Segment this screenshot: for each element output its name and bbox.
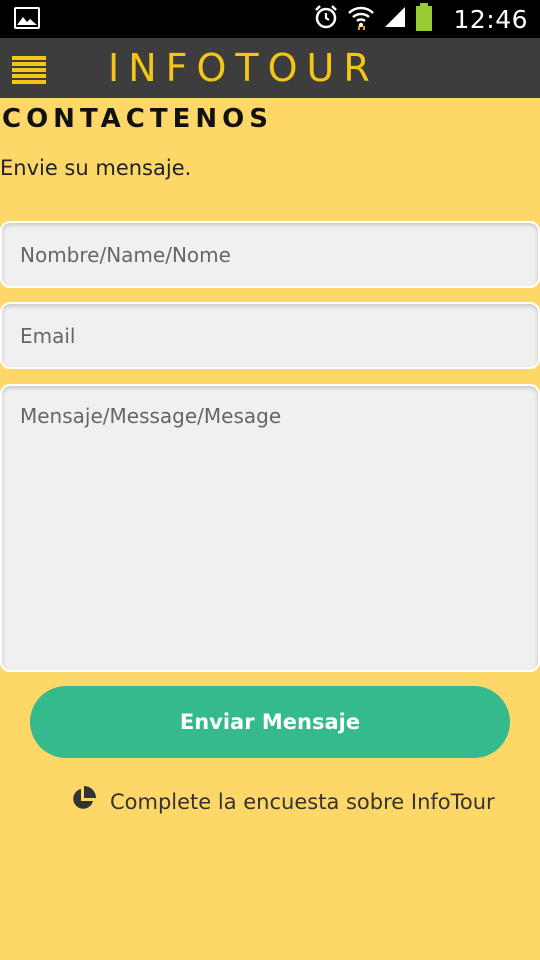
alarm-icon <box>313 4 339 35</box>
image-notification-icon <box>14 7 40 29</box>
battery-icon <box>415 2 433 36</box>
app-bar: INFOTOUR <box>0 38 540 98</box>
clock-time: 12:46 <box>453 4 528 34</box>
status-bar: 12:46 <box>0 0 540 38</box>
send-message-button[interactable]: Enviar Mensaje <box>30 686 510 758</box>
email-input[interactable] <box>2 304 538 367</box>
name-field-container <box>0 221 540 288</box>
survey-label: Complete la encuesta sobre InfoTour <box>110 789 495 814</box>
message-textarea[interactable] <box>2 386 538 670</box>
survey-link[interactable]: Complete la encuesta sobre InfoTour <box>70 786 495 817</box>
wifi-icon <box>347 4 375 35</box>
pie-chart-icon <box>70 786 96 817</box>
app-title: INFOTOUR <box>108 46 379 90</box>
status-icons: 12:46 <box>313 0 528 38</box>
page-title: CONTACTENOS <box>2 104 273 134</box>
signal-icon <box>383 5 407 34</box>
hamburger-menu-icon[interactable] <box>12 56 48 84</box>
message-field-container <box>0 384 540 672</box>
name-input[interactable] <box>2 223 538 286</box>
page-subtitle: Envie su mensaje. <box>0 156 192 180</box>
email-field-container <box>0 302 540 369</box>
